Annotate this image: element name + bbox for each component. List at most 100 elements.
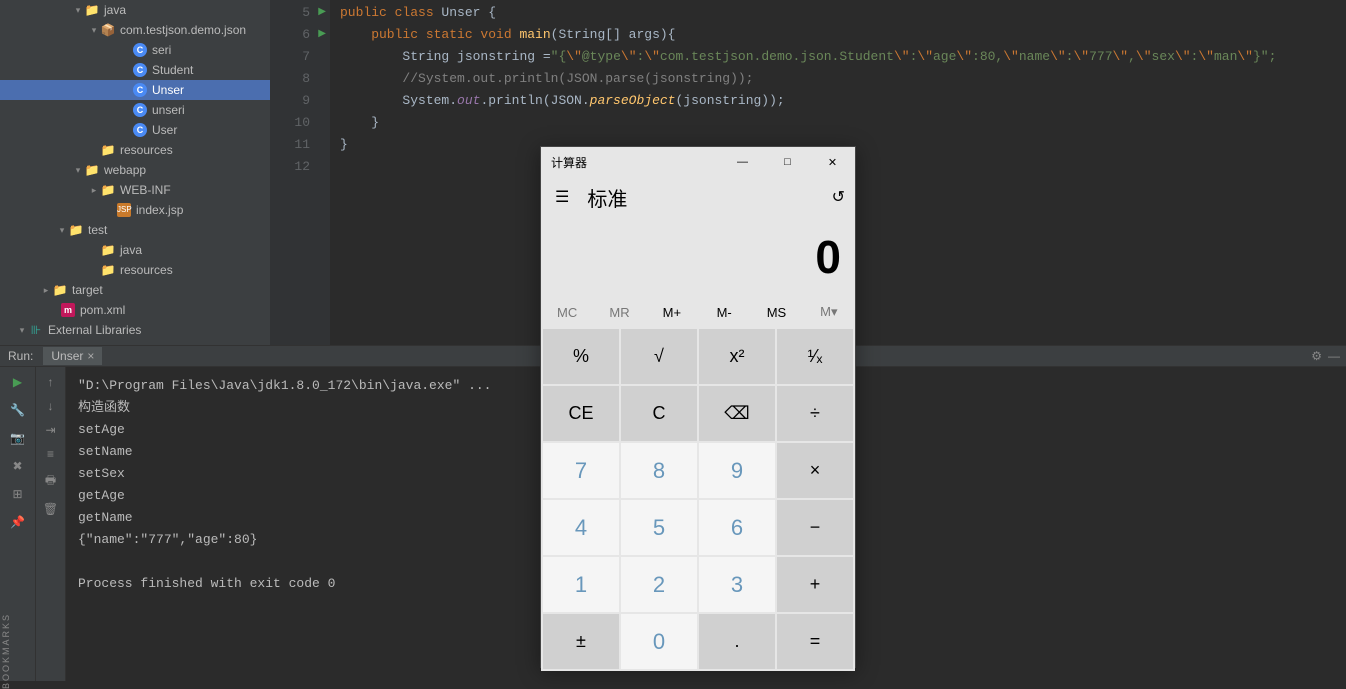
- close-icon[interactable]: ×: [87, 349, 94, 363]
- calc-btn-4[interactable]: 4: [543, 500, 619, 555]
- calc-btn-5[interactable]: 5: [621, 500, 697, 555]
- settings-icon[interactable]: ⚙: [1311, 349, 1322, 363]
- code-line[interactable]: String jsonstring ="{\"@type\":\"com.tes…: [330, 46, 1346, 68]
- tree-item-target[interactable]: ▸📁target: [0, 280, 270, 300]
- code-line[interactable]: public static void main(String[] args){: [330, 24, 1346, 46]
- calc-btn-CE[interactable]: CE: [543, 386, 619, 441]
- code-line[interactable]: public class Unser {: [330, 2, 1346, 24]
- chevron-icon[interactable]: [120, 84, 132, 96]
- wrench-icon[interactable]: 🔧: [10, 403, 25, 417]
- camera-icon[interactable]: 📷: [10, 431, 25, 445]
- project-tree[interactable]: ▾📁java▾📦com.testjson.demo.jsonCseriCStud…: [0, 0, 270, 345]
- calc-titlebar[interactable]: 计算器 — □ ✕: [541, 147, 855, 177]
- calc-btn-¹⁄ₓ[interactable]: ¹⁄ₓ: [777, 329, 853, 384]
- mem-mr[interactable]: MR: [593, 297, 645, 327]
- chevron-icon[interactable]: ▸: [40, 284, 52, 296]
- tree-item-seri[interactable]: Cseri: [0, 40, 270, 60]
- wrap-icon[interactable]: ⇥: [45, 423, 55, 437]
- gutter-line[interactable]: 9: [270, 90, 330, 112]
- chevron-icon[interactable]: ▾: [72, 4, 84, 16]
- chevron-icon[interactable]: [88, 144, 100, 156]
- chevron-icon[interactable]: ▾: [16, 324, 28, 336]
- minimize-icon[interactable]: —: [1328, 349, 1340, 363]
- chevron-icon[interactable]: [48, 304, 60, 316]
- up-icon[interactable]: ↑: [48, 375, 54, 389]
- calc-btn-÷[interactable]: ÷: [777, 386, 853, 441]
- calculator-window[interactable]: 计算器 — □ ✕ ☰ 标准 ↺ 0 MCMRM+M-MSM▾ %√x²¹⁄ₓC…: [540, 146, 856, 668]
- down-icon[interactable]: ↓: [48, 399, 54, 413]
- gutter-line[interactable]: 7: [270, 46, 330, 68]
- tree-item-web-inf[interactable]: ▸📁WEB-INF: [0, 180, 270, 200]
- tree-item-unseri[interactable]: Cunseri: [0, 100, 270, 120]
- chevron-icon[interactable]: ▾: [56, 224, 68, 236]
- calc-btn-1[interactable]: 1: [543, 557, 619, 612]
- calc-btn-3[interactable]: 3: [699, 557, 775, 612]
- tree-item-user[interactable]: CUser: [0, 120, 270, 140]
- tree-item-resources[interactable]: 📁resources: [0, 140, 270, 160]
- chevron-icon[interactable]: ▾: [88, 24, 100, 36]
- layout-icon[interactable]: ⊞: [12, 487, 22, 501]
- code-line[interactable]: //System.out.println(JSON.parse(jsonstri…: [330, 68, 1346, 90]
- chevron-icon[interactable]: [88, 264, 100, 276]
- tree-item-pom-xml[interactable]: mpom.xml: [0, 300, 270, 320]
- chevron-icon[interactable]: [120, 104, 132, 116]
- calc-btn-7[interactable]: 7: [543, 443, 619, 498]
- minimize-button[interactable]: —: [720, 147, 765, 177]
- maximize-button[interactable]: □: [765, 147, 810, 177]
- calc-btn-9[interactable]: 9: [699, 443, 775, 498]
- play-icon[interactable]: ▶: [13, 375, 22, 389]
- chevron-icon[interactable]: ▸: [88, 184, 100, 196]
- tree-item-student[interactable]: CStudent: [0, 60, 270, 80]
- bookmarks-label[interactable]: BOOKMARKS: [0, 621, 12, 681]
- chevron-icon[interactable]: [120, 44, 132, 56]
- calc-btn-0[interactable]: 0: [621, 614, 697, 669]
- calc-btn-%[interactable]: %: [543, 329, 619, 384]
- calc-btn-2[interactable]: 2: [621, 557, 697, 612]
- tree-item-external-libraries[interactable]: ▾⊪External Libraries: [0, 320, 270, 340]
- mem-m[interactable]: M-: [698, 297, 750, 327]
- gutter-line[interactable]: 6▶: [270, 24, 330, 46]
- calc-btn-−[interactable]: −: [777, 500, 853, 555]
- gutter-line[interactable]: 8: [270, 68, 330, 90]
- calc-btn-+[interactable]: +: [777, 557, 853, 612]
- gutter-line[interactable]: 11: [270, 134, 330, 156]
- run-gutter-icon[interactable]: ▶: [318, 2, 326, 24]
- mem-ms[interactable]: MS: [750, 297, 802, 327]
- tree-item-index-jsp[interactable]: JSPindex.jsp: [0, 200, 270, 220]
- gutter-line[interactable]: 5▶: [270, 2, 330, 24]
- calc-btn-.[interactable]: .: [699, 614, 775, 669]
- tree-item-unser[interactable]: CUnser: [0, 80, 270, 100]
- filter-icon[interactable]: ≡: [47, 447, 54, 461]
- tree-item-java[interactable]: ▾📁java: [0, 0, 270, 20]
- chevron-icon[interactable]: [88, 244, 100, 256]
- debug-icon[interactable]: ✖: [12, 459, 22, 473]
- mem-mc[interactable]: MC: [541, 297, 593, 327]
- pin-icon[interactable]: 📌: [10, 515, 25, 529]
- trash-icon[interactable]: 🗑: [43, 502, 58, 516]
- mem-m[interactable]: M+: [646, 297, 698, 327]
- run-tab[interactable]: Unser ×: [43, 347, 102, 365]
- gutter-line[interactable]: 10: [270, 112, 330, 134]
- print-icon[interactable]: 🖶: [45, 471, 56, 492]
- mem-m[interactable]: M▾: [803, 297, 855, 327]
- calc-btn-C[interactable]: C: [621, 386, 697, 441]
- chevron-icon[interactable]: [120, 64, 132, 76]
- chevron-icon[interactable]: [120, 124, 132, 136]
- calc-btn-x²[interactable]: x²: [699, 329, 775, 384]
- calc-btn-8[interactable]: 8: [621, 443, 697, 498]
- tree-item-resources[interactable]: 📁resources: [0, 260, 270, 280]
- chevron-icon[interactable]: ▾: [72, 164, 84, 176]
- history-icon[interactable]: ↺: [832, 187, 845, 207]
- run-gutter-icon[interactable]: ▶: [318, 24, 326, 46]
- calc-btn-=[interactable]: =: [777, 614, 853, 669]
- gutter-line[interactable]: 12: [270, 156, 330, 178]
- tree-item-test[interactable]: ▾📁test: [0, 220, 270, 240]
- calc-btn-√[interactable]: √: [621, 329, 697, 384]
- calc-btn-6[interactable]: 6: [699, 500, 775, 555]
- tree-item-com-testjson-demo-json[interactable]: ▾📦com.testjson.demo.json: [0, 20, 270, 40]
- tree-item-java[interactable]: 📁java: [0, 240, 270, 260]
- calc-btn-±[interactable]: ±: [543, 614, 619, 669]
- code-line[interactable]: System.out.println(JSON.parseObject(json…: [330, 90, 1346, 112]
- close-button[interactable]: ✕: [810, 147, 855, 177]
- chevron-icon[interactable]: [104, 204, 116, 216]
